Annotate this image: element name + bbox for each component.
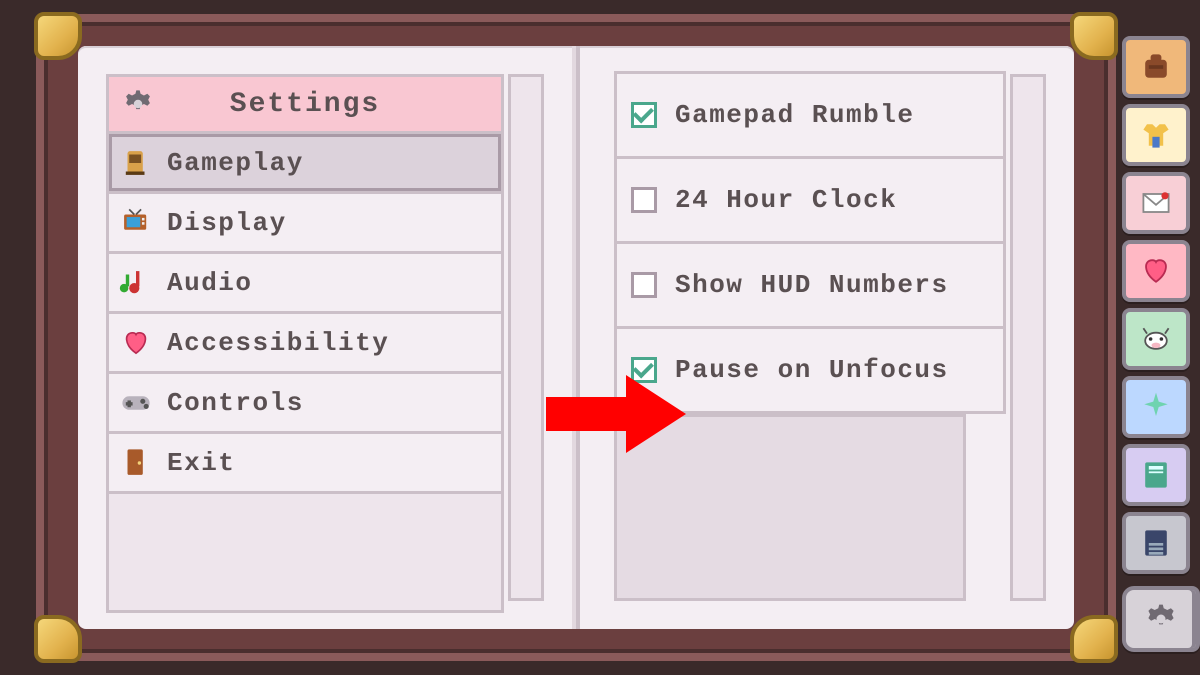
menu-item-gameplay[interactable]: Gameplay <box>106 131 504 194</box>
tab-relationships[interactable] <box>1122 240 1190 302</box>
menu-item-audio[interactable]: Audio <box>106 251 504 314</box>
knight-icon <box>119 146 153 180</box>
right-scroll-gutter[interactable] <box>1010 74 1046 601</box>
annotation-arrow-icon <box>546 369 686 459</box>
book-corner-tl <box>34 12 82 60</box>
menu-item-exit[interactable]: Exit <box>106 431 504 494</box>
menu-item-controls[interactable]: Controls <box>106 371 504 434</box>
music-icon <box>119 266 153 300</box>
gamepad-icon <box>119 386 153 420</box>
option-label: Show HUD Numbers <box>675 270 949 300</box>
tab-animals[interactable] <box>1122 308 1190 370</box>
menu-item-accessibility[interactable]: Accessibility <box>106 311 504 374</box>
heart-icon <box>119 326 153 360</box>
page-left: Settings Gameplay Display Audio <box>78 46 576 629</box>
left-scroll-gutter[interactable] <box>508 74 544 601</box>
book-corner-bl <box>34 615 82 663</box>
tab-mail[interactable] <box>1122 172 1190 234</box>
tab-journal[interactable] <box>1122 512 1190 574</box>
menu-item-label: Exit <box>167 448 235 478</box>
tab-inventory[interactable] <box>1122 36 1190 98</box>
book-corner-br <box>1070 615 1118 663</box>
tab-strip <box>1122 36 1200 675</box>
menu-item-label: Display <box>167 208 287 238</box>
paper: Settings Gameplay Display Audio <box>78 46 1074 629</box>
checkbox-icon[interactable] <box>631 102 657 128</box>
settings-menu: Gameplay Display Audio Accessibility <box>106 131 504 613</box>
options-list: Gamepad Rumble 24 Hour Clock Show HUD Nu… <box>614 71 1006 601</box>
tab-crafting[interactable] <box>1122 376 1190 438</box>
tab-settings[interactable] <box>1122 586 1200 652</box>
option-show-hud-numbers[interactable]: Show HUD Numbers <box>614 241 1006 329</box>
option-label: Pause on Unfocus <box>675 355 949 385</box>
settings-title: Settings <box>109 89 501 120</box>
menu-item-label: Audio <box>167 268 253 298</box>
menu-item-label: Accessibility <box>167 328 389 358</box>
door-icon <box>119 446 153 480</box>
menu-filler <box>106 491 504 613</box>
menu-item-label: Gameplay <box>167 148 304 178</box>
tab-collection[interactable] <box>1122 444 1190 506</box>
checkbox-icon[interactable] <box>631 272 657 298</box>
option-24-hour-clock[interactable]: 24 Hour Clock <box>614 156 1006 244</box>
book-corner-tr <box>1070 12 1118 60</box>
checkbox-icon[interactable] <box>631 187 657 213</box>
settings-header: Settings <box>106 74 504 134</box>
menu-item-display[interactable]: Display <box>106 191 504 254</box>
option-label: Gamepad Rumble <box>675 100 914 130</box>
page-right: Gamepad Rumble 24 Hour Clock Show HUD Nu… <box>576 46 1074 629</box>
tv-icon <box>119 206 153 240</box>
menu-item-label: Controls <box>167 388 304 418</box>
option-label: 24 Hour Clock <box>675 185 897 215</box>
option-gamepad-rumble[interactable]: Gamepad Rumble <box>614 71 1006 159</box>
book-frame: Settings Gameplay Display Audio <box>36 14 1116 661</box>
tab-outfit[interactable] <box>1122 104 1190 166</box>
